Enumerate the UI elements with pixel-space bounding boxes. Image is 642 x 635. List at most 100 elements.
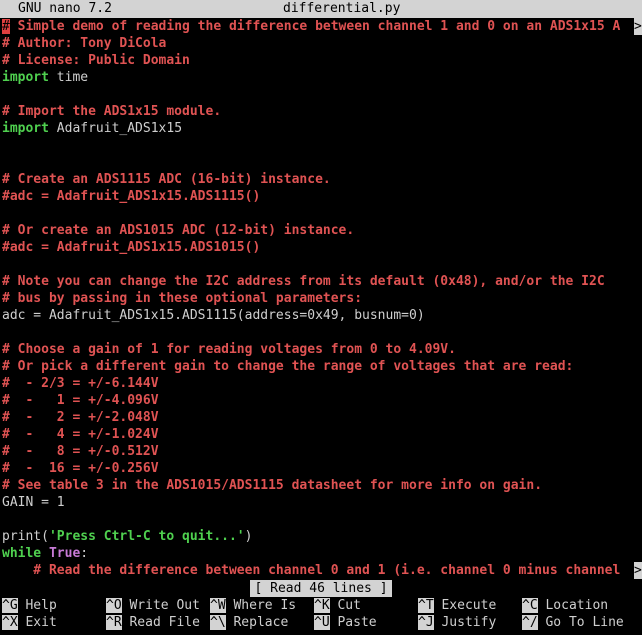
shortcut-label: Where Is [225, 598, 297, 613]
code-token: # bus by passing in these optional param… [2, 291, 363, 306]
code-token: # - 1 = +/-4.096V [2, 393, 159, 408]
shortcut-key: ^O [106, 598, 122, 613]
shortcut-label: Go To Line [537, 615, 624, 630]
line-overflow-marker: > [634, 562, 642, 579]
code-token: # - 4 = +/-1.024V [2, 427, 159, 442]
code-token: #adc = Adafruit_ADS1x15.ADS1015() [2, 240, 261, 255]
title-bar: GNU nano 7.2 differential.py [0, 0, 642, 18]
code-token: # Or create an ADS1015 ADC (12-bit) inst… [2, 223, 355, 238]
shortcut-key: ^K [314, 598, 330, 613]
shortcut-label: Replace [225, 615, 289, 630]
shortcut-exit: ^X Exit [2, 614, 57, 631]
shortcut-key: ^C [522, 598, 538, 613]
shortcut-key: ^U [314, 615, 330, 630]
code-token: # Create an ADS1115 ADC (16-bit) instanc… [2, 172, 331, 187]
shortcut-label: Location [537, 598, 609, 613]
code-line[interactable]: # - 8 = +/-0.512V [2, 443, 159, 460]
code-token: 'Press Ctrl-C to quit...' [48, 529, 245, 544]
code-token: # Or pick a different gain to change the… [2, 359, 574, 374]
shortcut-label: Execute [433, 598, 497, 613]
code-line[interactable]: # - 2 = +/-2.048V [2, 409, 159, 426]
code-token: ) [244, 529, 253, 544]
code-line[interactable]: # Import the ADS1x15 module. [2, 103, 221, 120]
code-line[interactable]: # License: Public Domain [2, 52, 190, 69]
shortcut-where-is: ^W Where Is [210, 597, 296, 614]
code-line[interactable]: # - 4 = +/-1.024V [2, 426, 159, 443]
status-bar: [ Read 46 lines ] [0, 580, 642, 597]
code-token: # Import the ADS1x15 module. [2, 104, 222, 119]
code-line[interactable]: # - 16 = +/-0.256V [2, 460, 159, 477]
status-message: [ Read 46 lines ] [250, 580, 392, 597]
code-line[interactable]: print('Press Ctrl-C to quit...') [2, 528, 252, 545]
shortcut-label: Cut [329, 598, 361, 613]
code-line[interactable]: import Adafruit_ADS1x15 [2, 120, 182, 137]
code-line[interactable]: # Note you can change the I2C address fr… [2, 273, 605, 290]
shortcut-label: Write Out [121, 598, 200, 613]
shortcut-cut: ^K Cut [314, 597, 361, 614]
shortcut-label: Read File [121, 615, 200, 630]
code-line[interactable]: # Choose a gain of 1 for reading voltage… [2, 341, 456, 358]
code-line[interactable]: # - 2/3 = +/-6.144V [2, 375, 159, 392]
code-line[interactable]: while True: [2, 545, 88, 562]
code-token: #adc = Adafruit_ADS1x15.ADS1115() [2, 189, 261, 204]
shortcut-label: Help [17, 598, 57, 613]
shortcut-write-out: ^O Write Out [106, 597, 200, 614]
code-token: # Author: Tony DiCola [2, 36, 167, 51]
code-line[interactable]: # Author: Tony DiCola [2, 35, 166, 52]
shortcut-justify: ^J Justify [418, 614, 496, 631]
code-token: # - 16 = +/-0.256V [2, 461, 159, 476]
code-token: import [2, 121, 49, 136]
code-line[interactable]: # Or pick a different gain to change the… [2, 358, 573, 375]
code-token: True [48, 546, 81, 561]
code-line[interactable]: # Create an ADS1115 ADC (16-bit) instanc… [2, 171, 331, 188]
code-line[interactable]: # Or create an ADS1015 ADC (12-bit) inst… [2, 222, 354, 239]
code-line[interactable]: import time [2, 69, 88, 86]
code-token: # - 2/3 = +/-6.144V [2, 376, 159, 391]
shortcut-key: ^/ [522, 615, 538, 630]
code-line[interactable]: adc = Adafruit_ADS1x15.ADS1115(address=0… [2, 307, 425, 324]
code-line[interactable]: # Simple demo of reading the difference … [2, 18, 642, 35]
code-token: # Choose a gain of 1 for reading voltage… [2, 342, 456, 357]
shortcut-key: ^G [2, 598, 18, 613]
shortcut-key: ^R [106, 615, 122, 630]
file-name: differential.py [283, 1, 401, 16]
code-token: # License: Public Domain [2, 53, 190, 68]
code-token: Simple demo of reading the difference be… [9, 19, 621, 34]
shortcut-label: Exit [17, 615, 57, 630]
shortcut-help: ^G Help [2, 597, 57, 614]
code-token: time [48, 70, 89, 85]
code-line[interactable]: # Read the difference between channel 0 … [2, 562, 642, 579]
shortcut-replace: ^\ Replace [210, 614, 288, 631]
code-token: # - 8 = +/-0.512V [2, 444, 159, 459]
shortcut-label: Justify [433, 615, 497, 630]
shortcut-key: ^J [418, 615, 434, 630]
app-version: GNU nano 7.2 [18, 1, 112, 16]
code-token: adc = Adafruit_ADS1x15.ADS1115(address=0… [2, 308, 425, 323]
code-line[interactable]: # - 1 = +/-4.096V [2, 392, 159, 409]
code-line[interactable]: # bus by passing in these optional param… [2, 290, 362, 307]
code-token: # - 2 = +/-2.048V [2, 410, 159, 425]
code-token: # Note you can change the I2C address fr… [2, 274, 605, 289]
code-line[interactable]: #adc = Adafruit_ADS1x15.ADS1115() [2, 188, 260, 205]
code-token: # See table 3 in the ADS1015/ADS1115 dat… [2, 478, 543, 493]
code-token: Adafruit_ADS1x15 [48, 121, 183, 136]
code-token: while [2, 546, 42, 561]
shortcut-key: ^W [210, 598, 226, 613]
shortcut-paste: ^U Paste [314, 614, 377, 631]
shortcut-go-to-line: ^/ Go To Line [522, 614, 624, 631]
shortcut-key: ^\ [210, 615, 226, 630]
shortcut-location: ^C Location [522, 597, 608, 614]
code-line[interactable]: # See table 3 in the ADS1015/ADS1115 dat… [2, 477, 542, 494]
code-token: import [2, 70, 49, 85]
text-cursor: # [2, 19, 10, 34]
shortcut-label: Paste [329, 615, 377, 630]
shortcut-key: ^T [418, 598, 434, 613]
code-token: # Read the difference between channel 0 … [2, 563, 621, 578]
code-token: : [80, 546, 89, 561]
shortcut-execute: ^T Execute [418, 597, 496, 614]
code-line[interactable]: #adc = Adafruit_ADS1x15.ADS1015() [2, 239, 260, 256]
code-token: GAIN = 1 [2, 495, 65, 510]
shortcut-key: ^X [2, 615, 18, 630]
code-line[interactable]: GAIN = 1 [2, 494, 65, 511]
